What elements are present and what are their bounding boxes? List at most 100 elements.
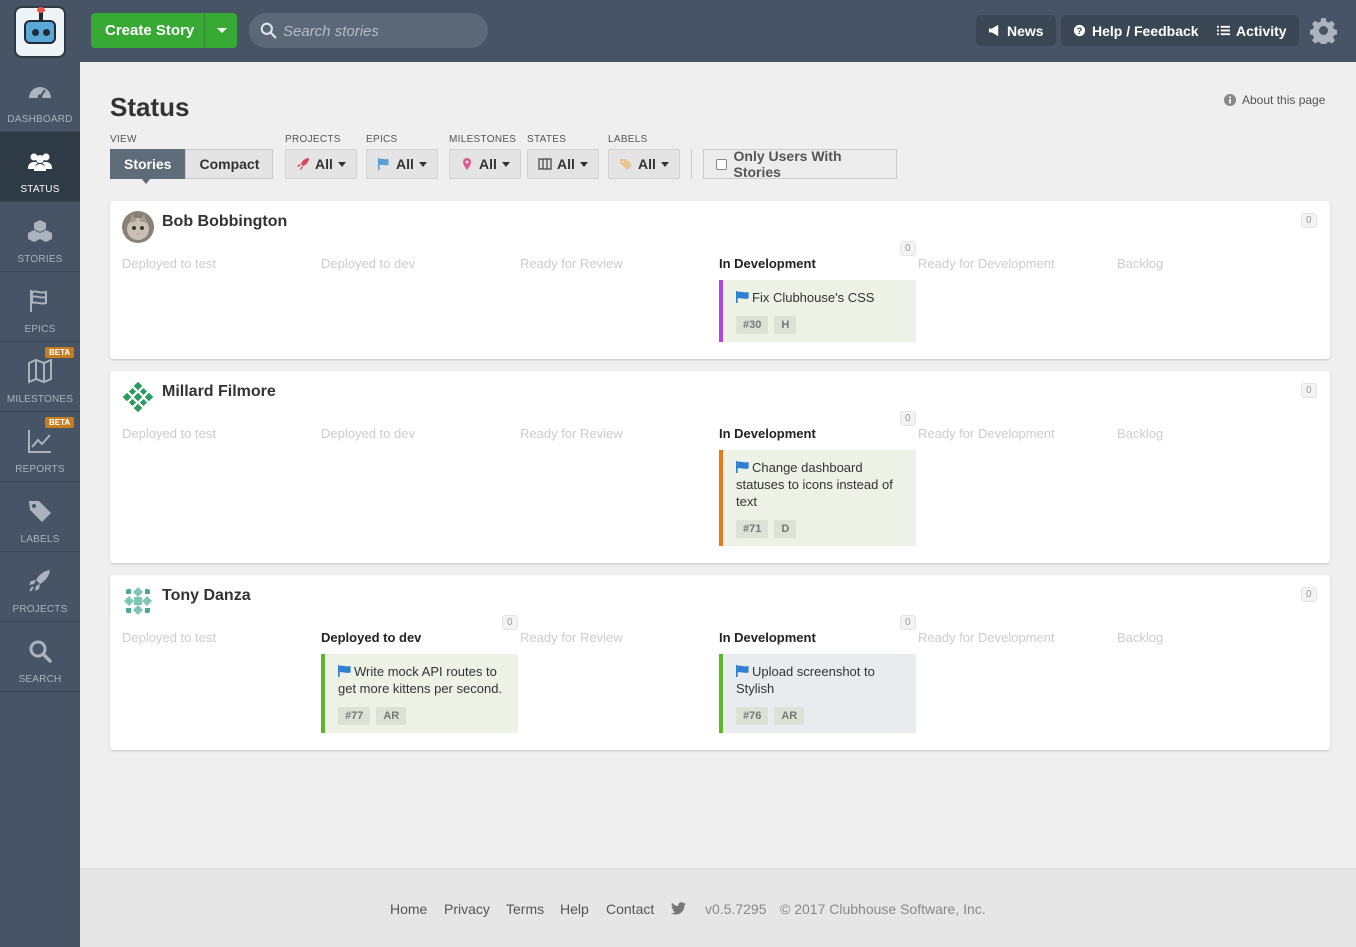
tag-icon [29, 501, 51, 522]
footer-link-terms[interactable]: Terms [506, 901, 544, 917]
column-in-development: In Development Change dashboard statuses… [719, 426, 918, 546]
main-content: Status About this page VIEW Stories Comp… [80, 62, 1356, 868]
map-marker-icon [463, 158, 471, 170]
user-name: Tony Danza [162, 587, 251, 604]
view-compact-button[interactable]: Compact [185, 149, 274, 179]
column-header: Ready for Development [918, 256, 1055, 271]
sidebar-item-projects[interactable]: PROJECTS [0, 552, 80, 622]
column-story-count: 0 [900, 615, 916, 630]
copyright: © 2017 Clubhouse Software, Inc. [780, 901, 986, 917]
footer-link-privacy[interactable]: Privacy [444, 901, 490, 917]
activity-label: Activity [1236, 22, 1287, 39]
tag-icon [620, 159, 632, 170]
search-icon [260, 22, 277, 39]
states-filter-value: All [557, 156, 575, 172]
sidebar-item-labels[interactable]: LABELS [0, 482, 80, 552]
column-header: Ready for Review [520, 426, 623, 441]
help-feedback-button[interactable]: ? Help / Feedback [1061, 15, 1211, 46]
projects-filter-dropdown[interactable]: All [285, 149, 357, 179]
sidebar-item-label: DASHBOARD [7, 114, 73, 125]
labels-filter-dropdown[interactable]: All [608, 149, 680, 179]
app-logo[interactable] [14, 6, 66, 58]
column-deployed-to-test: Deployed to test [122, 630, 321, 648]
story-card[interactable]: Fix Clubhouse's CSS #30 H [719, 280, 916, 342]
sidebar-item-label: REPORTS [15, 464, 65, 475]
activity-button[interactable]: Activity [1205, 15, 1299, 46]
flag-checkered-icon [30, 290, 47, 312]
column-header: Deployed to test [122, 426, 216, 441]
column-story-count: 0 [900, 241, 916, 256]
column-header: Deployed to dev [321, 630, 422, 645]
sidebar-item-milestones[interactable]: BETA MILESTONES [0, 342, 80, 412]
footer-link-help[interactable]: Help [560, 901, 589, 917]
footer-link-contact[interactable]: Contact [606, 901, 654, 917]
states-filter-dropdown[interactable]: All [527, 149, 599, 179]
twitter-icon[interactable] [671, 902, 686, 915]
column-deployed-to-test: Deployed to test [122, 256, 321, 274]
search-input[interactable] [283, 21, 473, 41]
only-users-label: Only Users With Stories [733, 148, 842, 180]
only-users-checkbox[interactable] [716, 158, 727, 170]
sidebar-item-reports[interactable]: BETA REPORTS [0, 412, 80, 482]
column-header: In Development [719, 630, 816, 645]
column-deployed-to-dev: Deployed to dev [321, 256, 520, 274]
flag-icon [338, 665, 351, 677]
story-id: #71 [736, 520, 769, 538]
story-owner: D [774, 520, 797, 538]
user-status-card: Bob Bobbington 0 0 Deployed to test Depl… [110, 201, 1330, 359]
projects-filter-label: PROJECTS [285, 134, 341, 145]
story-owner: AR [774, 707, 805, 725]
view-filter-label: VIEW [110, 134, 137, 145]
column-header: Deployed to test [122, 256, 216, 271]
create-story-dropdown-icon[interactable] [217, 28, 227, 33]
column-story-count: 0 [900, 411, 916, 426]
sidebar-item-status[interactable]: STATUS [0, 132, 80, 202]
story-owner: AR [376, 707, 407, 725]
story-card[interactable]: Change dashboard statuses to icons inste… [719, 450, 916, 546]
top-bar: Create Story News ? Help / Feedback Acti… [0, 0, 1356, 62]
rocket-icon [29, 570, 50, 592]
map-icon [28, 358, 52, 384]
gear-icon[interactable] [1310, 17, 1337, 44]
user-name: Bob Bobbington [162, 213, 288, 230]
epics-filter-dropdown[interactable]: All [366, 149, 438, 179]
columns-icon [538, 158, 552, 170]
only-users-with-stories-toggle[interactable]: Only Users With Stories [703, 148, 897, 180]
labels-filter-value: All [638, 156, 656, 172]
column-backlog: Backlog [1117, 256, 1316, 274]
sidebar-item-epics[interactable]: EPICS [0, 272, 80, 342]
column-header: Ready for Development [918, 630, 1055, 645]
column-in-development: In Development Fix Clubhouse's CSS #30 H [719, 256, 918, 342]
column-deployed-to-test: Deployed to test [122, 426, 321, 444]
list-icon [1217, 25, 1230, 36]
info-icon [1224, 94, 1236, 106]
about-label: About this page [1242, 93, 1326, 107]
story-card[interactable]: Upload screenshot to Stylish #76 AR [719, 654, 916, 733]
footer-link-home[interactable]: Home [390, 901, 427, 917]
states-filter-label: STATES [527, 134, 567, 145]
milestones-filter-label: MILESTONES [449, 134, 517, 145]
cubes-icon [28, 220, 52, 242]
story-card[interactable]: Write mock API routes to get more kitten… [321, 654, 518, 733]
flag-icon [736, 665, 749, 677]
about-this-page-link[interactable]: About this page [1224, 93, 1325, 107]
search-box[interactable] [249, 13, 488, 48]
sidebar-item-stories[interactable]: STORIES [0, 202, 80, 272]
view-stories-button[interactable]: Stories [110, 149, 186, 184]
labels-filter-label: LABELS [608, 134, 648, 145]
news-button[interactable]: News [976, 15, 1056, 46]
footer: Home Privacy Terms Help Contact v0.5.729… [80, 868, 1356, 947]
column-ready-for-review: Ready for Review [520, 426, 719, 444]
column-deployed-to-dev: Deployed to dev Write mock API routes to… [321, 630, 520, 733]
question-icon: ? [1073, 24, 1086, 36]
create-story-label: Create Story [105, 22, 195, 39]
sidebar-item-dashboard[interactable]: DASHBOARD [0, 62, 80, 132]
avatar [122, 381, 154, 413]
story-title: Write mock API routes to get more kitten… [338, 664, 503, 696]
create-story-button[interactable]: Create Story [91, 13, 237, 48]
sidebar-item-search[interactable]: SEARCH [0, 622, 80, 692]
milestones-filter-dropdown[interactable]: All [449, 149, 521, 179]
story-title: Fix Clubhouse's CSS [752, 290, 875, 305]
user-story-count: 0 [1301, 213, 1317, 228]
news-label: News [1007, 22, 1044, 39]
